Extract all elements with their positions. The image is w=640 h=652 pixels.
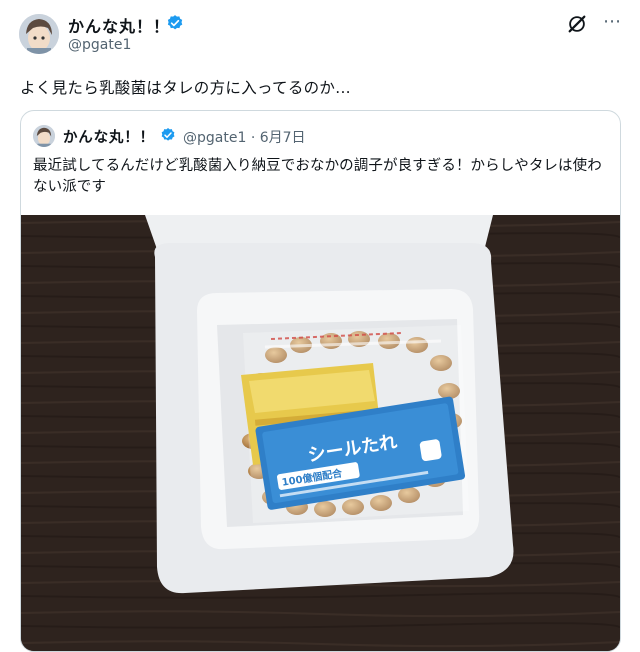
author-avatar[interactable] (19, 14, 59, 54)
grok-icon[interactable] (566, 13, 588, 35)
author-handle[interactable]: @pgate1 (68, 37, 131, 53)
post-text: よく見たら乳酸菌はタレの方に入ってるのか... (20, 79, 351, 97)
more-options-icon[interactable]: ⋯ (600, 11, 624, 33)
quoted-post-photo[interactable]: シールたれ 100億個配合 (21, 215, 620, 651)
post: かんな丸！！ @pgate1 ⋯ よく見たら乳酸菌はタレの方に入ってるのか...… (0, 0, 640, 652)
avatar-image (19, 14, 59, 54)
verified-badge-icon (167, 15, 183, 30)
quoted-post[interactable]: かんな丸！！ @pgate1 · 6月7日 最近試してるんだけど乳酸菌入り納豆で… (20, 110, 621, 652)
quoted-post-text: 最近試してるんだけど乳酸菌入り納豆でおなかの調子が良すぎる！からしやタレは使わな… (33, 158, 602, 195)
quoted-author-avatar (33, 125, 55, 147)
quoted-handle-and-date: @pgate1 · 6月7日 (183, 130, 306, 146)
quoted-author-display-name: かんな丸！！ (63, 130, 155, 146)
quoted-avatar-image (33, 125, 55, 147)
author-display-name[interactable]: かんな丸！！ (68, 13, 170, 37)
quoted-verified-badge-icon (161, 128, 175, 141)
natto-package-photo: シールたれ 100億個配合 (21, 215, 620, 651)
